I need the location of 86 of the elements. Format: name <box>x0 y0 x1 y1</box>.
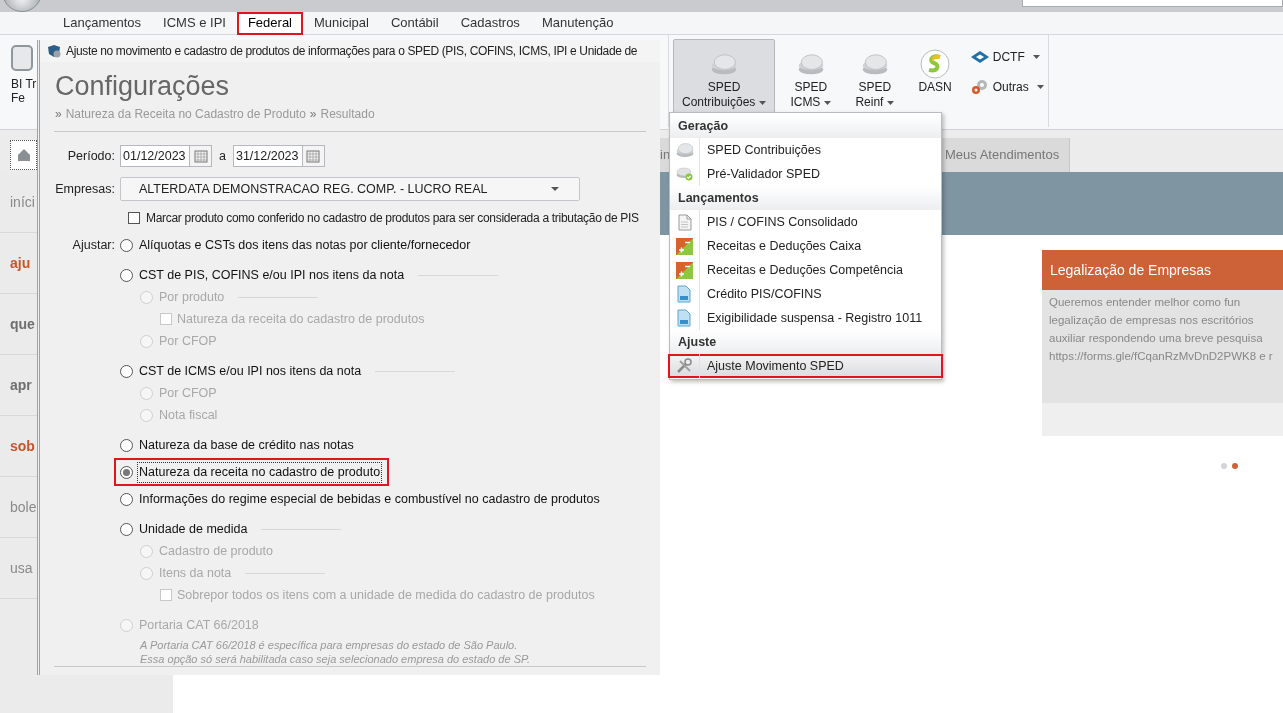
caret-icon <box>551 186 559 192</box>
ribbon-button[interactable]: SPED Contribuições <box>673 39 776 113</box>
window-title: Ajuste no movimento e cadastro de produtos de informações para o SPED (PIS, COFINS, ICMS, IPI e Unidade de <box>66 43 638 61</box>
menu-item[interactable]: Receitas e Deduções Competência <box>670 258 941 282</box>
home-button[interactable] <box>10 140 37 170</box>
radio-button[interactable] <box>120 522 133 536</box>
card-title: Legalização de Empresas <box>1042 250 1283 290</box>
radio-label: Natureza da base de crédito nas notas <box>138 436 355 454</box>
calendar-button[interactable] <box>190 145 212 168</box>
radio-button[interactable] <box>120 268 133 282</box>
home-icon <box>16 148 31 162</box>
radio-label: Cadastro de produto <box>158 542 274 560</box>
start-date-field[interactable]: 01/12/2023 <box>120 145 190 168</box>
menu-tab[interactable]: Manutenção <box>530 11 625 35</box>
ribbon-small-button[interactable]: Outras <box>970 77 1044 97</box>
radio-label: Por CFOP <box>158 384 218 402</box>
page-heading: Configurações <box>55 70 231 104</box>
circle-s-logo-icon <box>920 49 951 79</box>
menu-section-header: Geração <box>670 114 941 138</box>
map-icon <box>46 44 62 59</box>
disc-check-icon <box>675 167 694 181</box>
card-text-line: legalização de empresas nos escritórios <box>1049 313 1255 328</box>
radio-label: Natureza da receita no cadastro de produto <box>138 462 382 482</box>
card-text-line: auxiliar respondendo uma breve pesquisa <box>1049 331 1264 346</box>
date-separator: a <box>218 147 227 165</box>
menu-item[interactable]: Ajuste Movimento SPED <box>668 354 943 378</box>
company-label: Empresas: <box>55 181 115 196</box>
menu-tab[interactable]: Federal <box>236 11 303 35</box>
radio-button[interactable] <box>120 438 133 452</box>
radio-label: CST de ICMS e/ou IPI nos itens da nota <box>138 362 363 380</box>
search-field[interactable] <box>1022 0 1283 7</box>
gears-icon <box>970 79 989 95</box>
radio-button[interactable] <box>120 364 133 378</box>
ribbon-small-button[interactable]: DCTF <box>970 47 1044 67</box>
radio-button[interactable] <box>120 465 133 479</box>
checkbox-label: Natureza da receita do cadastro de produtos <box>177 310 425 328</box>
menu-section-header: Lançamentos <box>670 186 941 210</box>
radio-button[interactable] <box>120 238 133 252</box>
period-label: Período: <box>67 148 115 163</box>
document-icon <box>677 213 692 231</box>
disc-stack-icon <box>711 53 738 75</box>
disc-stack-icon <box>861 53 888 75</box>
menu-tab[interactable]: Cadastros <box>449 11 531 35</box>
plus-minus-icon <box>676 237 693 255</box>
checkbox-label: Sobrepor todos os itens com a unidade de medida do cadastro de produtos <box>177 586 595 604</box>
end-date-field[interactable]: 31/12/2023 <box>232 145 303 168</box>
radio-button[interactable] <box>120 492 133 506</box>
checkbox-label: Marcar produto como conferido no cadastro de produtos para ser considerada a tributação de PIS <box>146 210 639 228</box>
menu-tab[interactable]: ICMS e IPI <box>152 11 237 35</box>
menu-tab[interactable]: Municipal <box>303 11 380 35</box>
menu-item[interactable]: PIS / COFINS Consolidado <box>670 210 941 234</box>
radio-label: Portaria CAT 66/2018 <box>138 616 260 634</box>
document-chart-icon <box>677 285 692 303</box>
option-note: A Portaria CAT 66/2018 é específica para empresas do estado de São Paulo. Essa opção só será habilitada caso seja selecionado empresa do estado de SP. <box>138 638 531 667</box>
calendar-icon <box>306 149 321 164</box>
radio-label: Por CFOP <box>158 332 218 350</box>
radio-label: Alíquotas e CSTs dos itens das notas por cliente/fornecedor <box>138 236 472 254</box>
menu-item[interactable]: Crédito PIS/COFINS <box>670 282 941 306</box>
adjust-label: Ajustar: <box>72 236 115 254</box>
menu-tab[interactable]: Lançamentos <box>52 11 153 35</box>
card-text-line: Queremos entender melhor como fun <box>1049 295 1242 310</box>
calendar-button[interactable] <box>302 145 325 168</box>
radio-label: Informações do regime especial de bebidas e combustível no cadastro de produtos <box>138 490 601 508</box>
tools-icon <box>675 358 694 374</box>
calendar-icon <box>193 149 208 164</box>
company-dropdown[interactable]: ALTERDATA DEMONSTRACAO REG. COMP. - LUCRO REAL <box>120 177 580 202</box>
disc-stack-icon <box>797 53 824 75</box>
diamond-icon <box>970 51 989 63</box>
plus-minus-icon <box>676 261 693 279</box>
breadcrumb-separator: » <box>55 106 62 124</box>
report-icon <box>11 45 33 71</box>
checkbox[interactable] <box>128 212 140 225</box>
menu-tab[interactable]: Contábil <box>379 11 450 35</box>
breadcrumb-separator: » <box>309 106 317 124</box>
radio-label: Itens da nota <box>158 564 233 582</box>
disc-stack-icon <box>675 143 694 157</box>
bi-report-button[interactable]: BI Tr Fe <box>0 35 40 129</box>
menu-item[interactable]: Receitas e Deduções Caixa <box>670 234 941 258</box>
radio-label: CST de PIS, COFINS e/ou IPI nos itens da nota <box>138 266 406 284</box>
radio-label: Por produto <box>158 288 226 306</box>
radio-label: Unidade de medida <box>138 520 249 538</box>
radio-label: Nota fiscal <box>158 406 219 424</box>
card-text-line: https://forms.gle/fCqanRzMvDnD2PWK8 e r <box>1049 349 1274 364</box>
document-chart-icon <box>677 309 692 327</box>
menu-section-header: Ajuste <box>670 330 941 354</box>
ribbon-button[interactable]: DASN <box>909 39 961 113</box>
